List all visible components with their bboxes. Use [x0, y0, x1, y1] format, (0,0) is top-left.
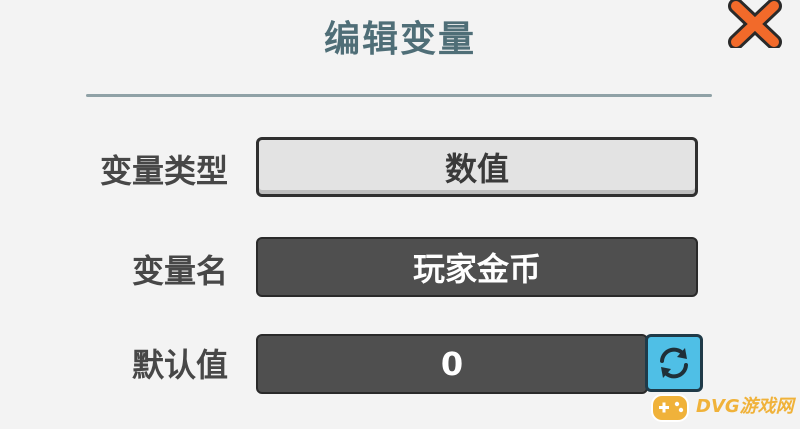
- refresh-button[interactable]: [645, 334, 703, 392]
- variable-type-selector[interactable]: 数值: [256, 137, 698, 197]
- variable-name-value: 玩家金币: [412, 250, 541, 288]
- title-divider: [86, 94, 712, 97]
- variable-name-input[interactable]: 玩家金币: [256, 237, 698, 297]
- default-value-value: 0: [440, 345, 464, 383]
- dialog-title: 编辑变量: [323, 19, 476, 60]
- close-button[interactable]: [724, 0, 786, 50]
- default-value-label: 默认值: [131, 346, 228, 384]
- gamepad-logo-icon: [651, 394, 689, 422]
- default-value-input[interactable]: 0: [256, 334, 648, 394]
- watermark-logo: DVG游戏网: [650, 385, 800, 429]
- edit-variable-dialog: 编辑变量 变量类型 数值 变量名 玩家金币 默认值 0 DVG游戏网: [0, 0, 800, 429]
- variable-name-label: 变量名: [131, 252, 228, 290]
- variable-type-label: 变量类型: [99, 152, 228, 190]
- refresh-icon: [660, 347, 688, 379]
- close-x-icon: [728, 0, 782, 50]
- variable-type-value: 数值: [444, 150, 509, 188]
- watermark-text: DVG游戏网: [696, 396, 794, 417]
